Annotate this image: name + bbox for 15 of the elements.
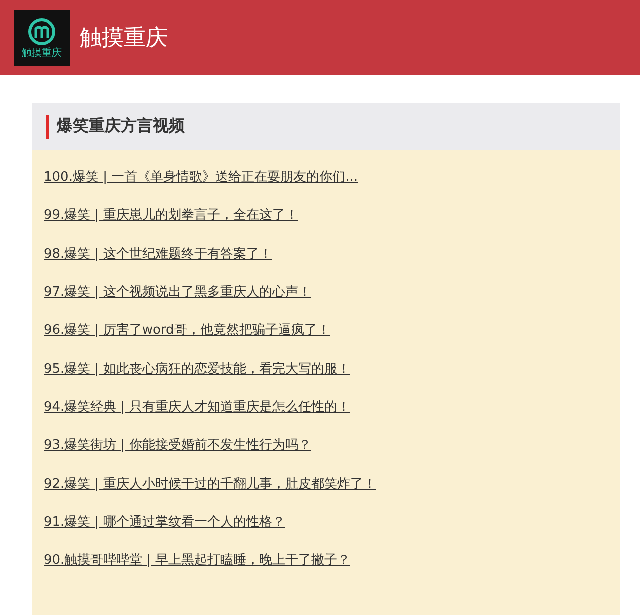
logo-text: 触摸重庆 <box>22 48 62 58</box>
video-link[interactable]: 98.爆笑 | 这个世纪难题终于有答案了！ <box>44 244 272 263</box>
video-link[interactable]: 97.爆笑 | 这个视频说出了黑多重庆人的心声！ <box>44 283 312 302</box>
video-link[interactable]: 100.爆笑 | 一首《单身情歌》送给正在耍朋友的你们... <box>44 168 358 186</box>
video-link[interactable]: 90.触摸哥哔哔堂 | 早上黑起打瞌睡，晚上干了撇子？ <box>44 551 350 570</box>
site-title: 触摸重庆 <box>80 24 168 52</box>
video-link[interactable]: 99.爆笑 | 重庆崽儿的划拳言子，全在这了！ <box>44 206 298 224</box>
video-link[interactable]: 95.爆笑 | 如此丧心病狂的恋爱技能，看完大写的服！ <box>44 360 350 378</box>
video-link[interactable]: 91.爆笑 | 哪个通过掌纹看一个人的性格？ <box>44 512 286 531</box>
video-link[interactable]: 92.爆笑 | 重庆人小时候干过的千翻儿事，肚皮都笑炸了！ <box>44 474 376 493</box>
logo-icon <box>27 16 57 46</box>
section-title: 爆笑重庆方言视频 <box>57 116 185 137</box>
video-link[interactable]: 94.爆笑经典 | 只有重庆人才知道重庆是怎么任性的！ <box>44 398 350 416</box>
video-link[interactable]: 93.爆笑街坊 | 你能接受婚前不发生性行为吗？ <box>44 436 312 454</box>
video-link[interactable]: 96.爆笑 | 厉害了word哥，他竟然把骗子逼疯了！ <box>44 321 330 340</box>
